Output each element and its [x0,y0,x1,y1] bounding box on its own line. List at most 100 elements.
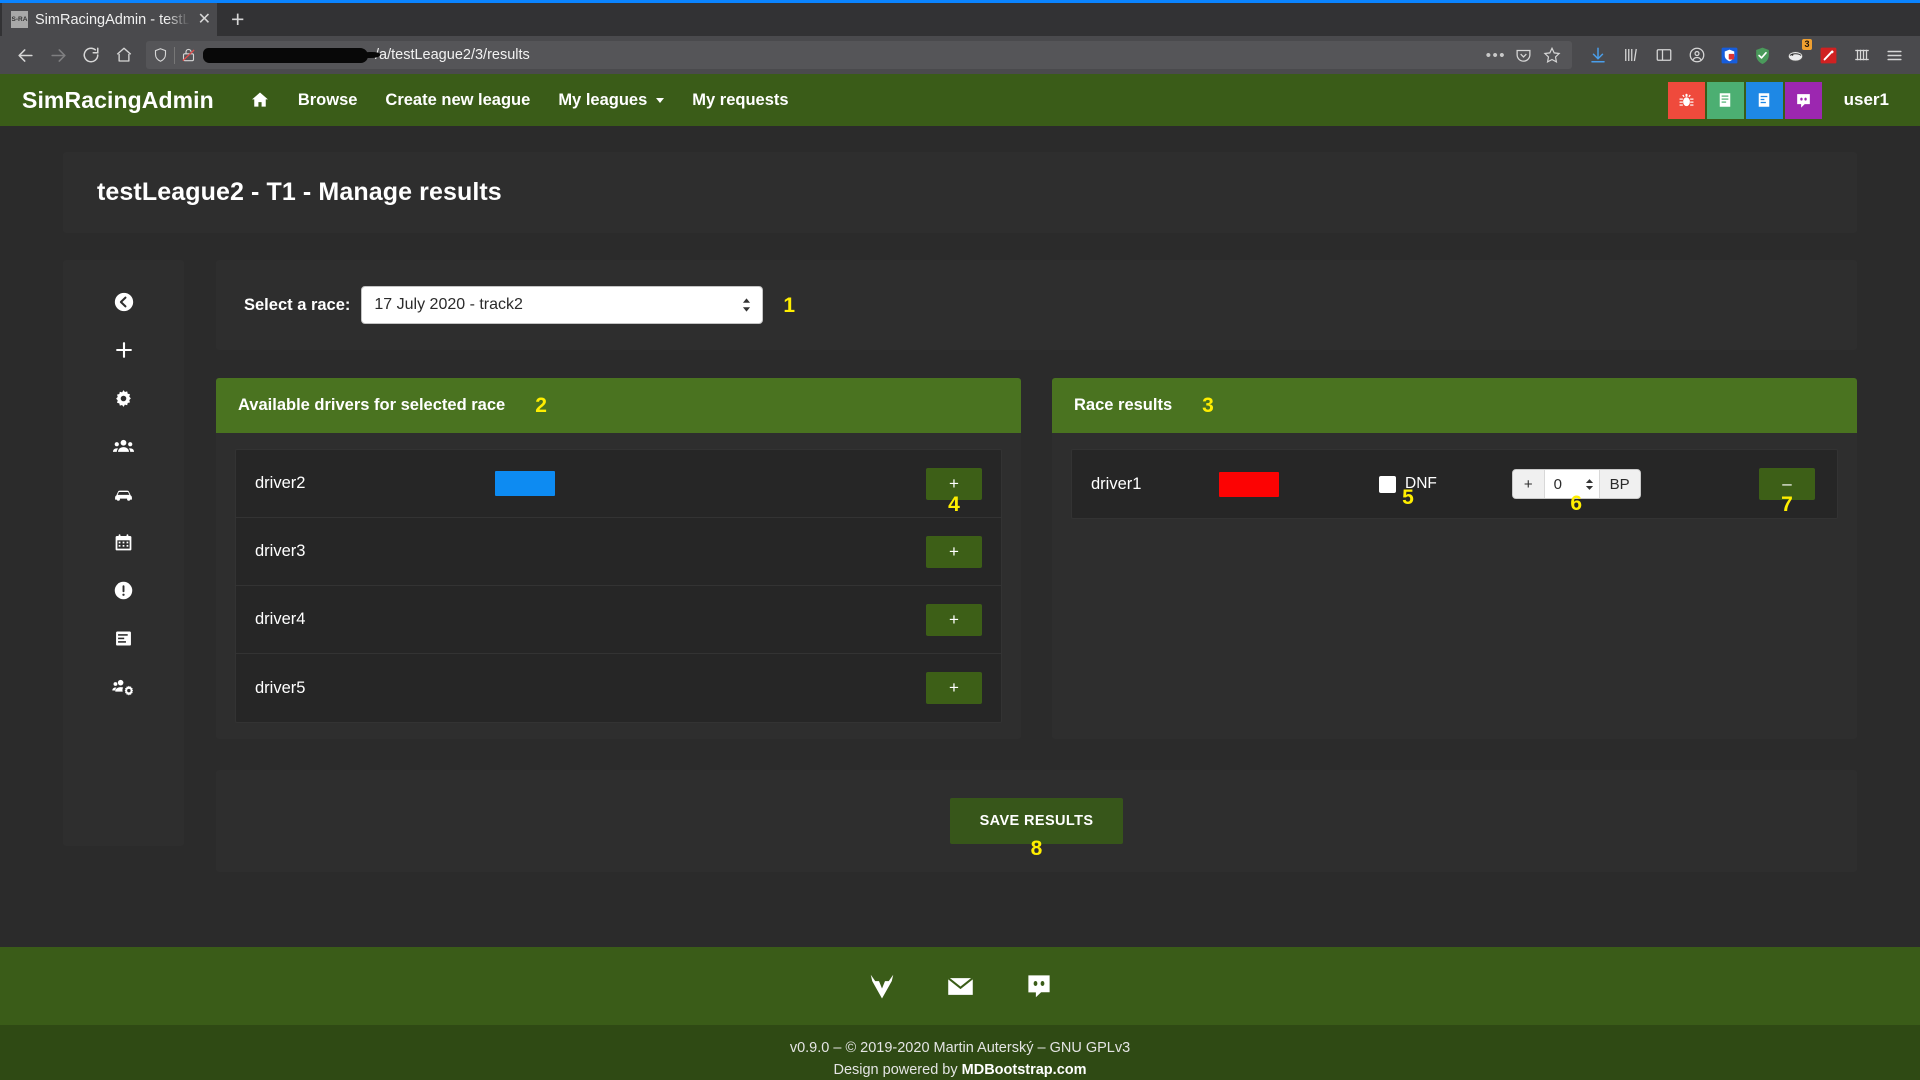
sidebar-item-cars[interactable] [63,470,184,518]
annotation-4: 4 [948,492,960,516]
sidebar-item-calendar[interactable] [63,518,184,566]
navbar-right: user1 [1667,81,1896,119]
home-icon[interactable] [109,40,139,70]
available-drivers-title: Available drivers for selected race [238,396,506,414]
page-title: testLeague2 - T1 - Manage results [97,178,502,206]
magic-wand-icon[interactable] [1813,40,1844,70]
ublock-shield-icon[interactable] [1747,40,1778,70]
annotation-5: 5 [1402,486,1414,509]
bookmark-star-icon[interactable] [1540,43,1564,67]
sidebar-item-drivers[interactable] [63,422,184,470]
nav-link-browse[interactable]: Browse [284,91,372,110]
nav-link-my-requests[interactable]: My requests [678,91,802,110]
arrow-left-circle-icon [114,292,133,312]
home-icon [251,92,268,107]
nav-link-my-leagues[interactable]: My leagues [544,91,678,110]
race-results-title: Race results [1074,396,1173,414]
tab-strip: S-RA SimRacingAdmin - testLeague2 ✕ + [0,0,1920,36]
downloads-icon[interactable] [1582,40,1613,70]
exclamation-circle-icon [114,581,133,599]
dnf-checkbox[interactable] [1379,475,1396,493]
sidebar-toggle-icon[interactable] [1648,40,1679,70]
hamburger-menu-icon[interactable] [1879,40,1910,70]
url-bar[interactable]: /a/testLeague2/3/results ••• [146,41,1572,69]
account-icon[interactable] [1681,40,1712,70]
driver-color-swatch [1219,471,1279,497]
close-icon[interactable]: ✕ [198,11,211,28]
book-icon [1719,93,1731,107]
race-select[interactable]: 17 July 2020 - track2 [361,286,764,324]
reload-icon[interactable] [76,40,106,70]
mdbootstrap-link[interactable]: MDBootstrap.com [962,1062,1087,1078]
extension-badge-count: 3 [1801,39,1812,50]
browser-tab[interactable]: S-RA SimRacingAdmin - testLeague2 ✕ [2,3,217,36]
users-icon [112,439,135,452]
extension-badge-icon[interactable]: 3 [1780,39,1812,70]
pocket-icon[interactable] [1511,43,1535,67]
plus-icon [115,342,132,358]
driver-name: driver4 [255,610,306,628]
sidebar-item-settings[interactable] [63,374,184,422]
bp-value: 0 [1553,475,1562,493]
back-icon[interactable] [10,40,40,70]
discord-icon[interactable] [1024,971,1054,1001]
sidebar [63,260,184,846]
chevron-updown-icon [741,297,752,313]
page-actions-icon[interactable]: ••• [1486,48,1506,63]
bp-plus-button[interactable]: + [1512,470,1545,498]
page-title-card: testLeague2 - T1 - Manage results [63,152,1857,233]
grid-icon[interactable] [1846,40,1877,70]
changelog-button[interactable] [1745,81,1783,119]
main-content: Select a race: 17 July 2020 - track2 1 A… [184,260,1857,872]
sidebar-item-add[interactable] [63,326,184,374]
available-drivers-panel: Available drivers for selected race 2 dr… [216,378,1021,739]
add-driver-button[interactable]: + [926,603,982,636]
bitwarden-icon[interactable] [1714,40,1745,70]
driver-name: driver2 [255,474,306,492]
design-prefix: Design powered by [833,1061,962,1078]
annotation-2: 2 [535,394,547,417]
toolbar-extension-icons: 3 [1582,39,1910,70]
sidebar-item-results[interactable] [63,614,184,662]
available-drivers-list: driver2 + 4 driver3 + driver4 + driver5 … [235,449,1002,723]
annotation-6: 6 [1570,492,1583,515]
library-icon[interactable] [1615,40,1646,70]
add-driver-button[interactable]: + [926,672,982,704]
driver-color-swatch [495,471,555,496]
save-card: SAVE RESULTS 8 [216,770,1857,872]
race-results-list: driver1 DNF 5 + 0 BP 6 – 7 [1071,449,1838,519]
user-menu[interactable]: user1 [1844,90,1896,110]
bp-suffix-label: BP [1598,470,1640,498]
sidebar-item-back[interactable] [63,278,184,326]
spinner-icon[interactable] [1585,478,1594,491]
footer-copyright: v0.9.0 – © 2019-2020 Martin Auterský – G… [0,1025,1920,1080]
race-selector-card: Select a race: 17 July 2020 - track2 1 [216,260,1857,350]
annotation-1: 1 [783,293,796,317]
race-results-header: Race results 3 [1052,378,1857,433]
nav-link-create-new-league[interactable]: Create new league [371,91,544,110]
mail-icon[interactable] [945,971,976,1002]
site-identity[interactable] [153,46,196,64]
nav-link-home[interactable] [236,90,284,110]
gitlab-icon[interactable] [867,971,897,1001]
browser-chrome: S-RA SimRacingAdmin - testLeague2 ✕ + /a… [0,0,1920,74]
driver-name: driver3 [255,542,306,560]
sidebar-item-manage-users[interactable] [63,662,184,710]
list-item: driver5 + [236,654,1001,722]
annotation-8: 8 [1030,837,1043,860]
tab-favicon: S-RA [11,11,28,28]
bug-icon [1679,93,1694,106]
add-driver-button[interactable]: + [926,535,982,568]
select-race-label: Select a race: [244,295,351,314]
documentation-button[interactable] [1706,81,1744,119]
new-tab-button[interactable]: + [217,8,258,31]
sidebar-item-penalties[interactable] [63,566,184,614]
discord-icon [1796,93,1810,108]
forward-icon[interactable] [43,40,73,70]
brand-logo[interactable]: SimRacingAdmin [22,87,214,114]
bug-report-button[interactable] [1667,81,1705,119]
discord-button[interactable] [1784,81,1822,119]
driver-name: driver1 [1091,474,1142,493]
list-item: driver4 + [236,586,1001,654]
app-navbar: SimRacingAdmin Browse Create new league … [0,74,1920,126]
